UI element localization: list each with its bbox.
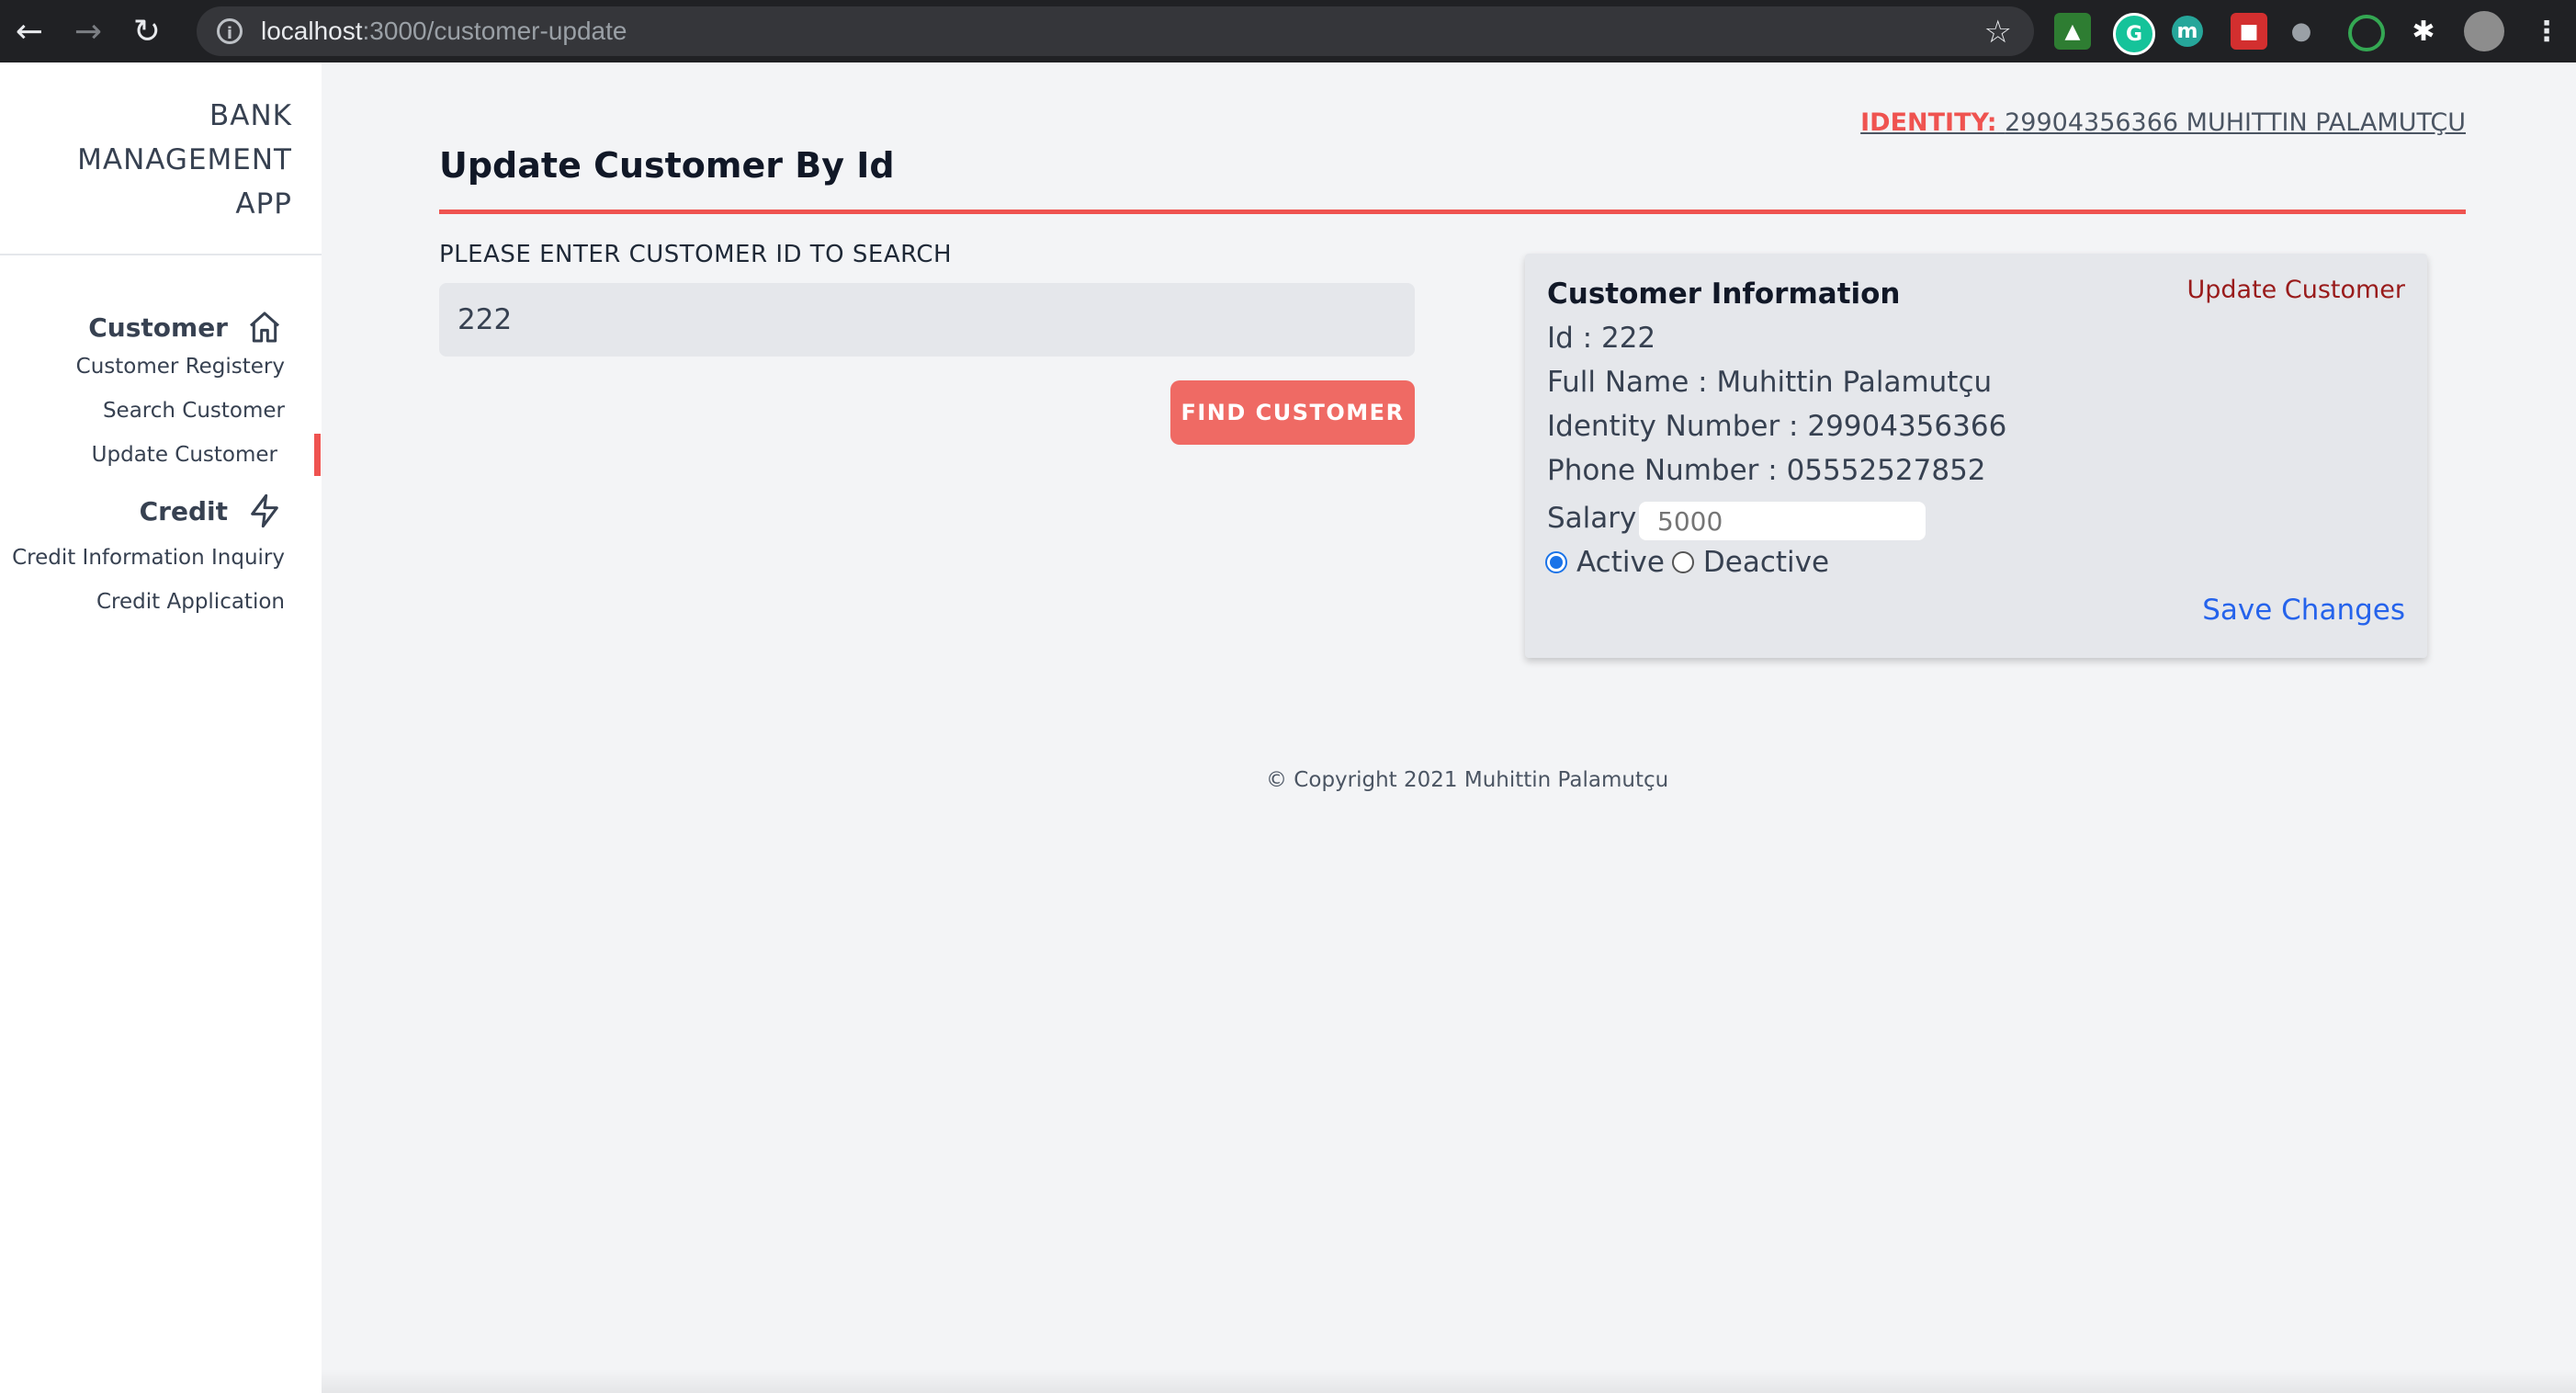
grammarly-icon[interactable]: G xyxy=(2113,13,2155,55)
deactive-radio-label[interactable]: Deactive xyxy=(1703,546,1829,579)
avatar[interactable] xyxy=(2464,11,2504,51)
brand-line: MANAGEMENT xyxy=(77,143,292,176)
deactive-radio[interactable] xyxy=(1671,551,1694,573)
page-title: Update Customer By Id xyxy=(439,145,895,186)
search-label: PLEASE ENTER CUSTOMER ID TO SEARCH xyxy=(439,241,953,268)
back-arrow-icon[interactable]: ← xyxy=(0,0,59,62)
sidebar-item-search-customer[interactable]: Search Customer xyxy=(103,399,285,423)
status-radio-group: Active Deactive xyxy=(1545,546,1829,579)
active-indicator xyxy=(314,434,321,476)
info-icon[interactable]: i xyxy=(217,18,243,44)
active-radio-label[interactable]: Active xyxy=(1576,546,1665,579)
footer-copyright: © Copyright 2021 Muhittin Palamutçu xyxy=(1266,768,1669,792)
section-customer[interactable]: Customer xyxy=(88,309,283,345)
person-extension-icon[interactable]: ● xyxy=(2291,13,2312,50)
divider xyxy=(0,254,322,255)
active-radio[interactable] xyxy=(1545,551,1567,573)
address-bar[interactable]: i localhost:3000/customer-update ☆ xyxy=(197,6,2034,56)
target-extension-icon[interactable] xyxy=(2348,15,2385,51)
update-customer-link[interactable]: Update Customer xyxy=(2186,276,2405,304)
section-label: Credit xyxy=(139,495,228,527)
brand-line: BANK xyxy=(209,99,292,132)
lightning-icon xyxy=(251,493,278,528)
identity-label: IDENTITY: xyxy=(1860,108,1997,137)
section-label: Customer xyxy=(88,311,228,343)
star-icon[interactable]: ☆ xyxy=(1984,14,2012,51)
bottom-shadow xyxy=(322,1369,2576,1393)
m-extension-icon[interactable]: m xyxy=(2172,16,2203,47)
salary-input[interactable] xyxy=(1639,502,1926,540)
salary-label: Salary xyxy=(1547,502,1637,535)
extensions-icon[interactable]: ✱ xyxy=(2405,13,2442,50)
app-brand[interactable]: BANK MANAGEMENT APP xyxy=(77,94,292,226)
customer-id-input[interactable] xyxy=(439,283,1415,357)
reload-icon[interactable]: ↻ xyxy=(118,0,176,62)
sidebar-item-customer-registery[interactable]: Customer Registery xyxy=(76,355,285,379)
identity-link[interactable]: IDENTITY: 29904356366 MUHITTIN PALAMUTÇU xyxy=(1860,108,2466,137)
sidebar-item-credit-information-inquiry[interactable]: Credit Information Inquiry xyxy=(12,546,285,570)
phone-number-line: Phone Number : 05552527852 xyxy=(1547,454,1986,487)
home-icon xyxy=(250,311,279,343)
url-text[interactable]: localhost:3000/customer-update xyxy=(261,17,627,46)
save-changes-link[interactable]: Save Changes xyxy=(2202,594,2405,627)
forward-arrow-icon[interactable]: → xyxy=(59,0,118,62)
card-title: Customer Information xyxy=(1547,277,1901,311)
find-customer-button[interactable]: FIND CUSTOMER xyxy=(1170,380,1415,445)
tree-extension-icon[interactable]: ▲ xyxy=(2054,13,2091,50)
customer-info-card: Customer Information Update Customer Id … xyxy=(1525,254,2427,658)
sidebar-item-update-customer[interactable]: Update Customer xyxy=(92,443,277,467)
section-credit[interactable]: Credit xyxy=(140,493,283,529)
browser-toolbar: ← → ↻ i localhost:3000/customer-update ☆… xyxy=(0,0,2576,62)
brand-line: APP xyxy=(235,187,292,221)
title-divider xyxy=(439,210,2466,214)
sidebar: BANK MANAGEMENT APP Customer Customer Re… xyxy=(0,62,322,1393)
identity-number-line: Identity Number : 29904356366 xyxy=(1547,410,2007,443)
puzzle-game-extension-icon[interactable]: ■ xyxy=(2231,13,2267,50)
customer-id-line: Id : 222 xyxy=(1547,322,1656,355)
sidebar-item-credit-application[interactable]: Credit Application xyxy=(96,590,285,614)
identity-value: 29904356366 MUHITTIN PALAMUTÇU xyxy=(2005,108,2466,137)
menu-dots-icon[interactable]: ⋮ xyxy=(2528,13,2565,50)
full-name-line: Full Name : Muhittin Palamutçu xyxy=(1547,366,1993,399)
